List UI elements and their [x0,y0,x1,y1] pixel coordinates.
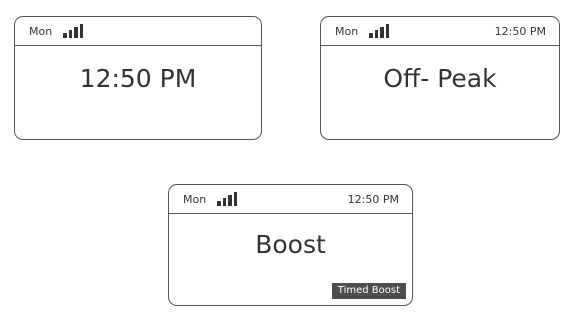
status-bar: Mon 12:50 PM [321,17,559,46]
timed-boost-badge: Timed Boost [331,283,406,299]
status-time: 12:50 PM [494,25,546,38]
status-bar: Mon 12:50 PM [169,185,412,214]
display-screen-clock: Mon 12:50 PM [14,16,262,140]
day-label: Mon [183,193,207,206]
display-screen-off-peak: Mon 12:50 PM Off- Peak [320,16,560,140]
signal-strength-icon [369,24,391,38]
main-readout: Boost [255,230,326,259]
main-readout: Off- Peak [383,64,497,93]
status-bar: Mon [15,17,261,46]
signal-strength-icon [217,192,239,206]
day-label: Mon [29,25,53,38]
signal-strength-icon [63,24,85,38]
main-readout: 12:50 PM [79,64,197,93]
status-time: 12:50 PM [347,193,399,206]
display-screen-boost: Mon 12:50 PM Boost Timed Boost [168,184,413,306]
day-label: Mon [335,25,359,38]
